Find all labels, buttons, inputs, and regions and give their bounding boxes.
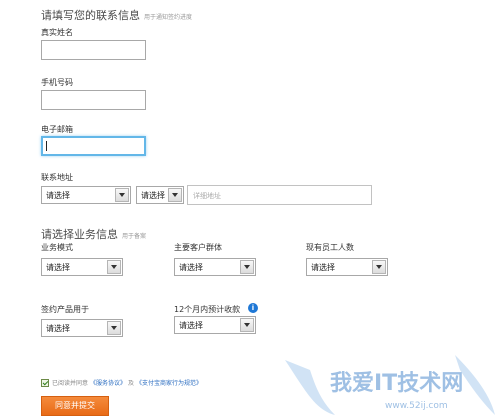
product-usage-select[interactable]: 请选择 — [41, 319, 123, 337]
business-section-heading: 请选择业务信息 — [41, 228, 118, 241]
business-mode-select[interactable]: 请选择 — [41, 258, 123, 276]
contact-section-title: 请填写您的联系信息 用于通知签约进度 — [41, 7, 192, 23]
customer-group-label: 主要客户群体 — [174, 243, 222, 252]
chevron-down-icon — [240, 318, 254, 332]
staff-count-value: 请选择 — [311, 263, 335, 272]
email-input[interactable] — [41, 136, 146, 156]
watermark-text: 我爱IT技术网 — [330, 371, 463, 396]
submit-button[interactable]: 同意并提交 — [41, 396, 109, 416]
watermark-logo: 我爱IT技术网 www.52ij.com — [285, 355, 495, 415]
business-section-hint: 用于备案 — [122, 233, 147, 240]
business-mode-label: 业务模式 — [41, 243, 73, 252]
email-label: 电子邮箱 — [41, 125, 73, 134]
chevron-down-icon — [107, 321, 121, 335]
agreement-and: 及 — [128, 380, 135, 387]
province-select[interactable]: 请选择 — [41, 186, 131, 204]
revenue-value: 请选择 — [179, 321, 203, 330]
text-caret — [46, 141, 47, 151]
chevron-down-icon — [107, 260, 121, 274]
chevron-down-icon — [168, 188, 182, 202]
watermark-sub: www.52ij.com — [385, 401, 448, 411]
phone-label: 手机号码 — [41, 78, 73, 87]
detail-address-placeholder: 详细地址 — [193, 192, 221, 200]
address-label: 联系地址 — [41, 173, 73, 182]
merchant-rules-link[interactable]: 《支付宝商家行为规范》 — [136, 378, 202, 387]
customer-group-value: 请选择 — [179, 263, 203, 272]
staff-count-select[interactable]: 请选择 — [306, 258, 388, 276]
city-select[interactable]: 请选择 — [136, 186, 184, 204]
contact-section-hint: 用于通知签约进度 — [144, 14, 193, 21]
staff-count-label: 现有员工人数 — [306, 243, 354, 252]
revenue-label: 12个月内预计收款 — [174, 305, 241, 314]
agreement-row: 已阅读并同意 《服务协议》 及 《支付宝商家行为规范》 — [41, 378, 204, 387]
business-section-title: 请选择业务信息 用于备案 — [41, 226, 146, 242]
chevron-down-icon — [115, 188, 129, 202]
watermark-swirl — [285, 360, 335, 415]
product-usage-value: 请选择 — [46, 324, 70, 333]
real-name-label: 真实姓名 — [41, 28, 73, 37]
customer-group-select[interactable]: 请选择 — [174, 258, 256, 276]
business-mode-value: 请选择 — [46, 263, 70, 272]
province-select-value: 请选择 — [46, 191, 70, 200]
phone-input[interactable] — [41, 90, 146, 110]
contact-section-heading: 请填写您的联系信息 — [41, 9, 140, 22]
chevron-down-icon — [372, 260, 386, 274]
detail-address-input[interactable]: 详细地址 — [187, 185, 372, 205]
info-icon[interactable]: i — [248, 303, 258, 313]
real-name-input[interactable] — [41, 40, 146, 60]
agreement-checkbox[interactable] — [41, 378, 49, 387]
chevron-down-icon — [240, 260, 254, 274]
service-agreement-link[interactable]: 《服务协议》 — [90, 378, 126, 387]
agreement-prefix: 已阅读并同意 — [52, 380, 89, 387]
product-usage-label: 签约产品用于 — [41, 305, 89, 314]
revenue-select[interactable]: 请选择 — [174, 316, 256, 334]
city-select-value: 请选择 — [141, 191, 165, 200]
